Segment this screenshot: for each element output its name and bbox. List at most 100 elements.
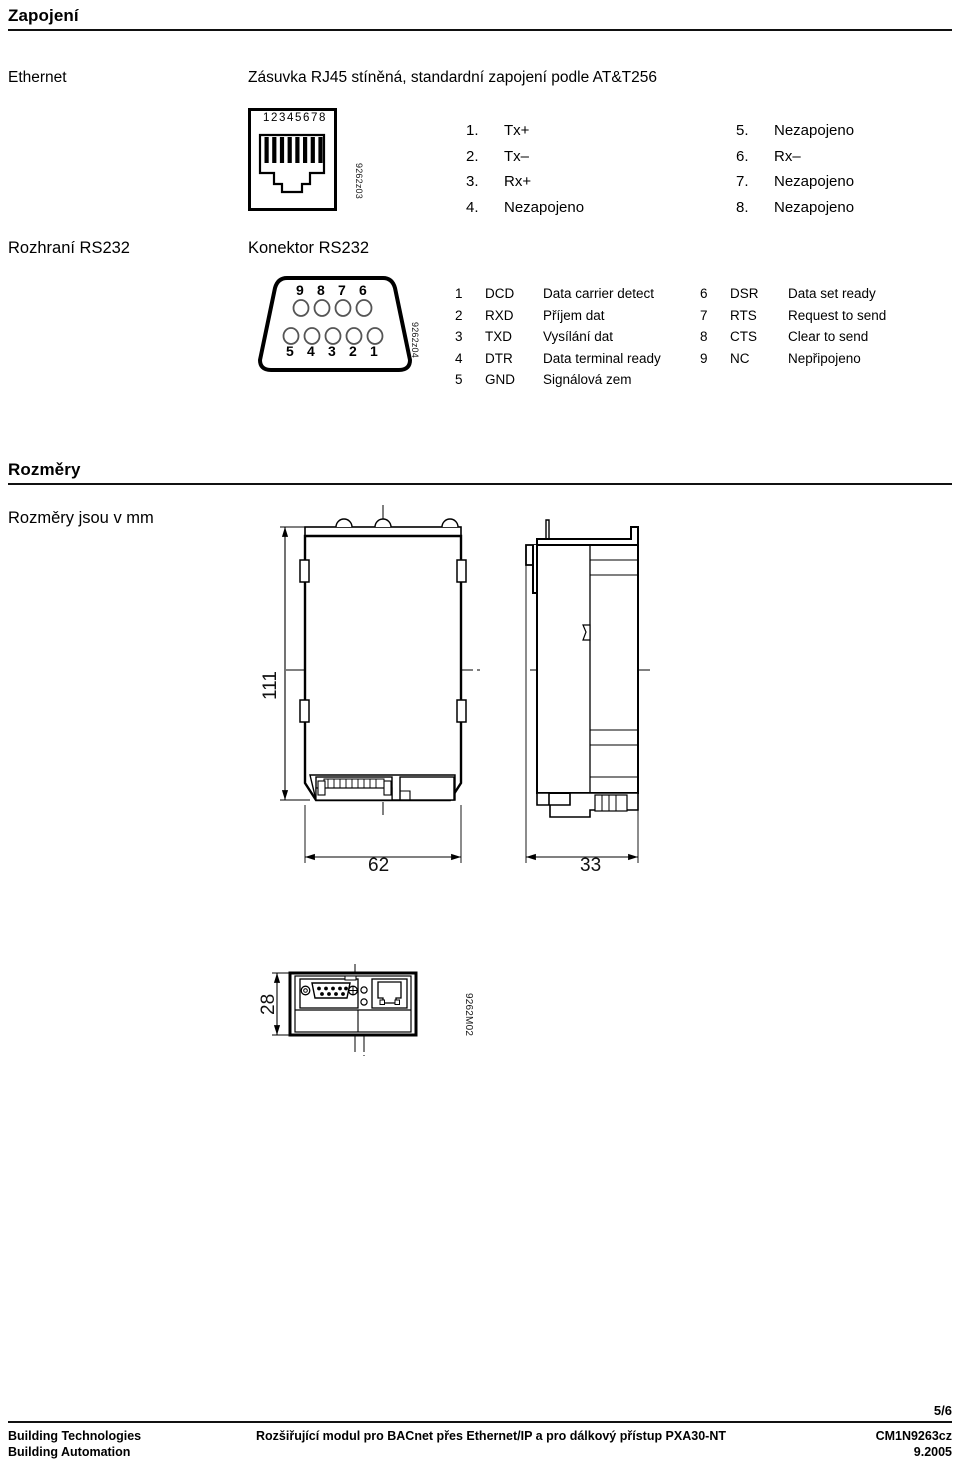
ethernet-pin-list-left: 1. Tx+ 2. Tx– 3. Rx+ 4. Nezapojeno — [466, 118, 584, 220]
signal-description: Nepřipojeno — [788, 350, 861, 366]
footer-company: Building Technologies Building Automatio… — [8, 1428, 248, 1460]
company-line-2: Building Automation — [8, 1445, 131, 1459]
pin-number: 8 — [317, 282, 325, 298]
pin-value: Rx+ — [504, 173, 532, 190]
table-row: 6 DSR Data set ready — [700, 283, 886, 305]
signal-description: Signálová zem — [543, 372, 632, 387]
pin-number: 2 — [455, 307, 463, 323]
ethernet-description: Zásuvka RJ45 stíněná, standardní zapojen… — [248, 69, 657, 86]
label-ethernet: Ethernet — [8, 69, 67, 86]
label-rs232-connector: Konektor RS232 — [248, 239, 370, 257]
doc-title: Rozšiřující modul pro BACnet přes Ethern… — [256, 1429, 726, 1443]
pin-value: Tx+ — [504, 122, 530, 139]
pin-number: 3 — [455, 329, 463, 344]
dimension-bottom-height-label: 28 — [258, 993, 279, 1015]
pin-number: 6 — [359, 282, 367, 298]
signal-name: DTR — [485, 350, 513, 366]
pin-number: 1 — [370, 343, 378, 359]
page-number: 5/6 — [933, 1403, 952, 1418]
rj45-diagram-code: 9262z03 — [354, 163, 364, 199]
page-footer: 5/6 Building Technologies Building Autom… — [8, 1403, 952, 1460]
pin-number: 1 — [455, 286, 463, 301]
rs232-pin-table-left: 1 DCD Data carrier detect 2 RXD Příjem d… — [455, 283, 661, 391]
pin-number: 6 — [700, 286, 708, 301]
list-item: 4. Nezapojeno — [466, 195, 584, 221]
rs232-pin-table-right: 6 DSR Data set ready 7 RTS Request to se… — [700, 283, 886, 369]
pin-number: 7. — [736, 173, 749, 190]
dimension-width-label: 62 — [368, 855, 390, 876]
dimensions-note: Rozměry jsou v mm — [8, 509, 154, 527]
pin-number: 5. — [736, 122, 749, 139]
dimension-depth-label: 33 — [580, 855, 602, 876]
company-line-1: Building Technologies — [8, 1429, 142, 1443]
pin-value: Nezapojeno — [774, 122, 855, 139]
pin-value: Nezapojeno — [774, 198, 855, 216]
signal-description: Clear to send — [788, 329, 869, 344]
footer-doc-title-block: Rozšiřující modul pro BACnet přes Ethern… — [248, 1428, 822, 1460]
pin-value: Tx– — [504, 147, 530, 165]
footer-doc-meta: CM1N9263cz 9.2005 — [822, 1428, 952, 1460]
header-rule — [8, 483, 952, 485]
list-item: 6. Rx– — [736, 144, 854, 170]
table-row: 3 TXD Vysílání dat — [455, 326, 661, 348]
pin-number: 9 — [296, 282, 304, 298]
list-item: 7. Nezapojeno — [736, 169, 854, 195]
pin-number: 5 — [286, 343, 294, 359]
dimensions-drawing-code: 9262M02 — [463, 993, 474, 1037]
label-rs232-interface: Rozhraní RS232 — [8, 239, 130, 257]
signal-name: GND — [485, 372, 515, 387]
table-row: 1 DCD Data carrier detect — [455, 283, 661, 305]
mechanical-drawing-front-and-side — [250, 505, 670, 905]
pin-value: Nezapojeno — [504, 198, 585, 216]
signal-description: Data terminal ready — [543, 350, 661, 366]
list-item: 2. Tx– — [466, 144, 584, 170]
list-item: 3. Rx+ — [466, 169, 584, 195]
footer-rule — [8, 1421, 952, 1423]
doc-date: 9.2005 — [913, 1445, 952, 1459]
signal-description: Data carrier detect — [543, 286, 655, 301]
table-row: 4 DTR Data terminal ready — [455, 348, 661, 370]
signal-name: TXD — [485, 329, 512, 344]
ethernet-pin-list-right: 5. Nezapojeno 6. Rx– 7. Nezapojeno 8. Ne… — [736, 118, 854, 220]
list-item: 5. Nezapojeno — [736, 118, 854, 144]
signal-name: NC — [730, 350, 750, 366]
pin-number: 5 — [455, 372, 463, 387]
pin-value: Nezapojeno — [774, 173, 855, 190]
pin-number: 1. — [466, 122, 479, 139]
signal-description: Request to send — [788, 307, 887, 323]
rj45-pin-numbers: 12345678 — [263, 112, 327, 124]
signal-description: Data set ready — [788, 286, 876, 301]
pin-number: 2 — [349, 343, 357, 359]
pin-value: Rx– — [774, 147, 801, 165]
section-header-dimensions: Rozměry — [8, 460, 952, 485]
table-row: 9 NC Nepřipojeno — [700, 348, 886, 370]
pin-number: 9 — [700, 350, 708, 366]
pin-number: 8 — [700, 329, 708, 344]
dimension-height-label: 111 — [260, 671, 281, 700]
dimensions-title: Rozměry — [8, 460, 81, 479]
signal-description: Vysílání dat — [543, 329, 614, 344]
table-row: 2 RXD Příjem dat — [455, 305, 661, 327]
pin-number: 8. — [736, 198, 749, 216]
pin-number: 3. — [466, 173, 479, 190]
list-item: 8. Nezapojeno — [736, 195, 854, 221]
pin-number: 4. — [466, 198, 479, 216]
list-item: 1. Tx+ — [466, 118, 584, 144]
signal-name: CTS — [730, 329, 757, 344]
table-row: 7 RTS Request to send — [700, 305, 886, 327]
pin-number: 7 — [700, 307, 708, 323]
signal-name: DSR — [730, 286, 759, 301]
section-header-wiring: Zapojení — [8, 6, 952, 31]
pin-number: 2. — [466, 147, 479, 165]
pin-number: 4 — [307, 343, 315, 359]
pin-number: 6. — [736, 147, 749, 165]
table-row: 5 GND Signálová zem — [455, 369, 661, 391]
signal-description: Příjem dat — [543, 307, 605, 323]
signal-name: RXD — [485, 307, 514, 323]
page-title: Zapojení — [8, 6, 79, 25]
table-row: 8 CTS Clear to send — [700, 326, 886, 348]
signal-name: DCD — [485, 286, 515, 301]
pin-number: 4 — [455, 350, 463, 366]
header-rule — [8, 29, 952, 31]
pin-number: 3 — [328, 343, 336, 359]
